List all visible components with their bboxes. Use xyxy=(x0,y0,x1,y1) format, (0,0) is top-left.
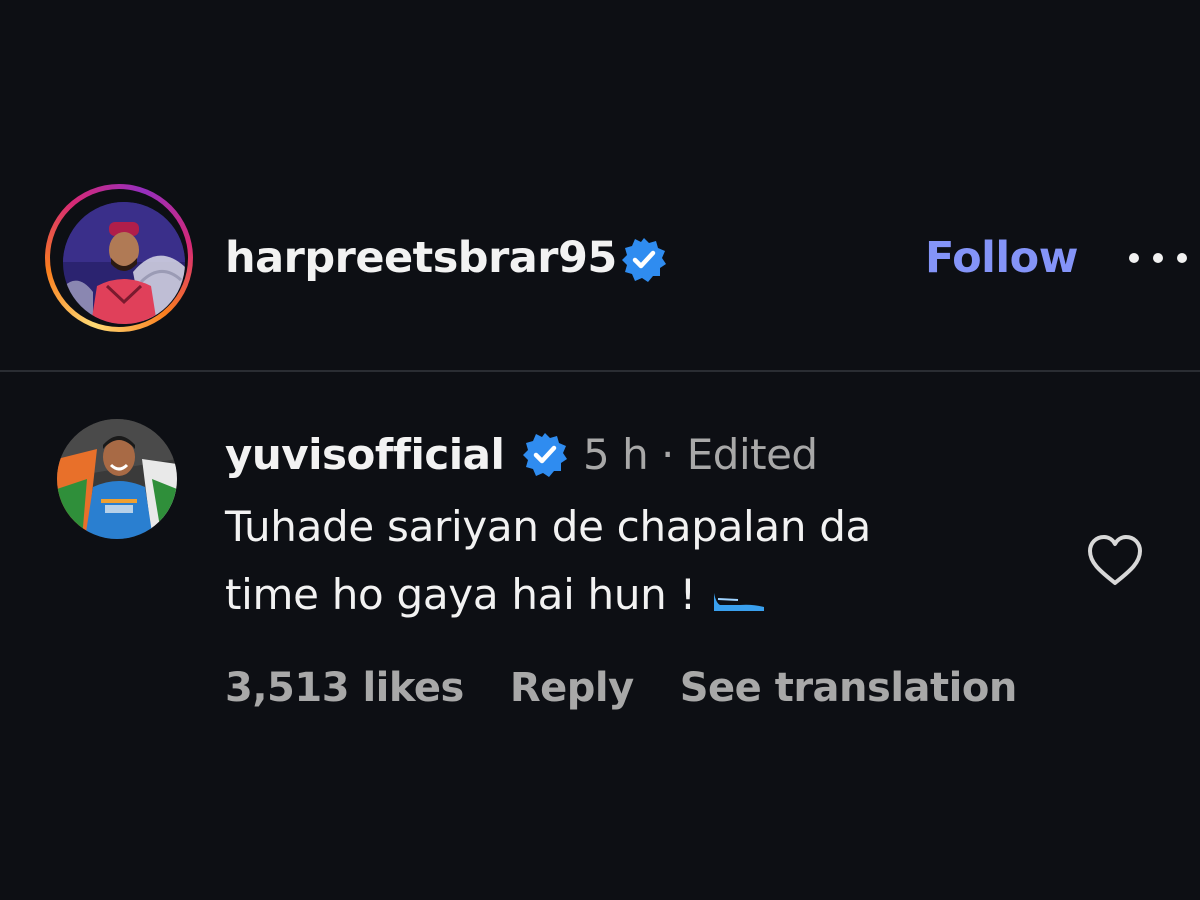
comment-item: yuvisofficial 5 h · Edited Tuhade sariya… xyxy=(0,405,1200,725)
more-options-icon[interactable] xyxy=(1126,246,1190,270)
emoji-icon xyxy=(714,592,765,611)
story-ring[interactable] xyxy=(45,184,193,332)
likes-count[interactable]: 3,513 likes xyxy=(225,660,464,716)
post-author-username[interactable]: harpreetsbrar95 xyxy=(225,230,617,286)
verified-badge-icon xyxy=(622,238,666,282)
post-header: harpreetsbrar95 Follow xyxy=(0,170,1200,350)
comment-text-line: Tuhade sariyan de chapalan da xyxy=(225,502,871,551)
author-avatar-image xyxy=(63,202,185,324)
see-translation-button[interactable]: See translation xyxy=(680,660,1018,716)
author-avatar[interactable] xyxy=(63,202,185,324)
header-divider xyxy=(0,370,1200,372)
comment-actions: 3,513 likes Reply See translation xyxy=(225,660,1017,716)
comment-author-username[interactable]: yuvisofficial xyxy=(225,427,505,483)
comment-text-line-content: time ho gaya hai hun ! xyxy=(225,570,697,619)
reply-button[interactable]: Reply xyxy=(510,660,634,716)
comment-text-line: time ho gaya hai hun ! xyxy=(225,561,1025,629)
follow-button[interactable]: Follow xyxy=(925,230,1078,286)
comment-text: Tuhade sariyan de chapalan da time ho ga… xyxy=(225,493,1025,629)
commenter-avatar[interactable] xyxy=(57,419,177,539)
comment-screenshot: harpreetsbrar95 Follow yuvisofficial 5 h… xyxy=(0,0,1200,900)
story-ring-gap xyxy=(50,189,188,327)
comment-timestamp: 5 h · Edited xyxy=(583,430,818,479)
commenter-avatar-image xyxy=(57,419,177,539)
like-heart-icon[interactable] xyxy=(1085,533,1145,589)
verified-badge-icon xyxy=(523,433,567,477)
